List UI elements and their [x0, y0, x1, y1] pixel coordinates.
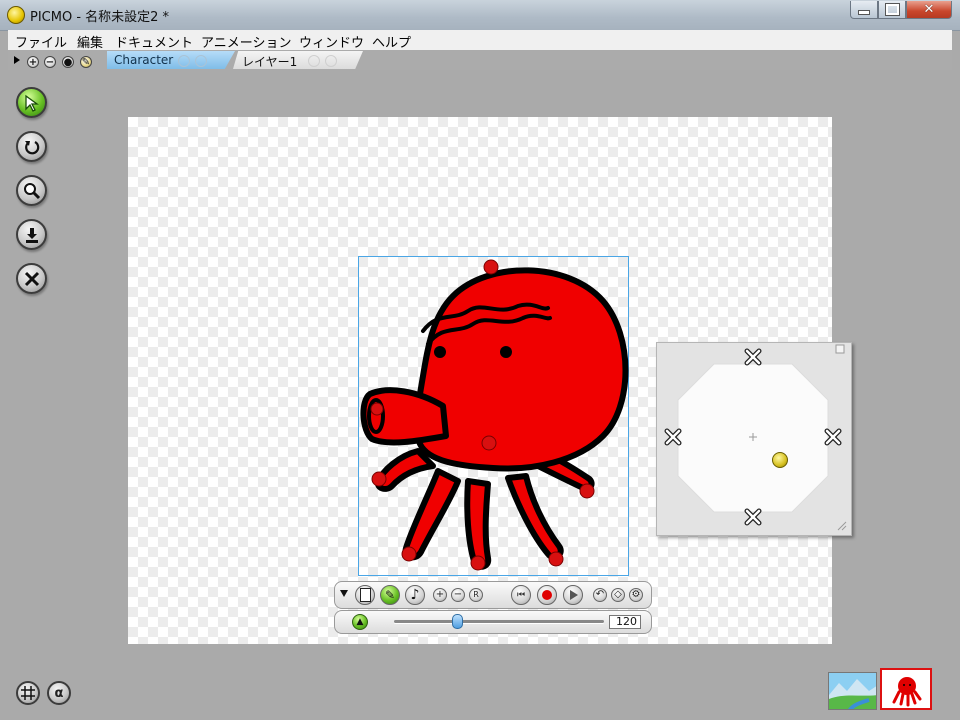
grid-button[interactable] — [16, 681, 40, 705]
select-tool-icon — [24, 94, 39, 112]
menu-animation[interactable]: アニメーション — [201, 32, 291, 51]
joystick-handle-left-icon[interactable] — [662, 426, 684, 448]
rotate-icon — [24, 140, 39, 154]
menu-window[interactable]: ウィンドウ — [299, 32, 364, 51]
pen-icon: ✎ — [384, 588, 396, 602]
record-button[interactable] — [537, 585, 557, 605]
octopus-thumbnail-icon — [892, 677, 922, 707]
tab-layer1-label: レイヤー1 — [242, 55, 298, 69]
scene-thumbnail[interactable] — [828, 672, 877, 710]
playback-menu-arrow-icon[interactable] — [340, 590, 348, 597]
add-layer-button[interactable]: + — [27, 56, 39, 68]
menu-file[interactable]: ファイル — [15, 32, 67, 51]
rewind-button[interactable]: ⏮ — [511, 585, 531, 605]
add-frame-button[interactable]: + — [433, 588, 447, 602]
cut-tool-button[interactable] — [16, 263, 47, 294]
tab-layer1-eye-icon[interactable] — [308, 55, 320, 67]
undo-button[interactable]: ↶ — [593, 588, 607, 602]
close-button[interactable]: ✕ — [906, 1, 952, 19]
remove-frame-button[interactable]: − — [451, 588, 465, 602]
cut-icon — [24, 271, 39, 286]
zoom-icon — [23, 182, 40, 199]
speed-value[interactable]: 120 — [609, 615, 641, 629]
alpha-label: α — [54, 685, 64, 701]
menu-document[interactable]: ドキュメント — [115, 32, 193, 51]
settings-button[interactable]: ⚙ — [629, 588, 643, 602]
zoom-tool-button[interactable] — [16, 175, 47, 206]
script-icon — [359, 588, 371, 602]
character-thumbnail[interactable] — [880, 668, 932, 710]
window-title: PICMO - 名称未設定2 * — [30, 10, 170, 25]
import-icon — [25, 227, 38, 243]
rotate-tool-button[interactable] — [16, 131, 47, 162]
music-button[interactable]: ♪ — [405, 585, 425, 605]
auto-motion-button[interactable]: ✎ — [380, 585, 400, 605]
app-icon — [7, 6, 25, 24]
landscape-thumbnail-icon — [829, 673, 876, 709]
visibility-eye-icon[interactable]: ● — [62, 56, 74, 68]
import-tool-button[interactable] — [16, 219, 47, 250]
remove-layer-button[interactable]: − — [44, 56, 56, 68]
layer-expand-arrow-icon[interactable] — [14, 56, 20, 64]
eraser-button[interactable]: ◇ — [611, 588, 625, 602]
close-icon: ✕ — [923, 2, 935, 17]
joystick-knob[interactable] — [772, 452, 788, 468]
music-note-icon: ♪ — [410, 587, 420, 603]
joystick-handle-bottom-icon[interactable] — [742, 506, 764, 528]
record-icon — [542, 590, 552, 600]
octopus-character[interactable] — [358, 256, 630, 576]
minimize-icon — [858, 10, 870, 15]
joystick-handle-top-icon[interactable] — [742, 346, 764, 368]
tab-character-label: Character — [114, 53, 174, 67]
tab-lock-icon[interactable] — [195, 55, 207, 67]
speed-slider-track[interactable] — [394, 620, 604, 623]
layer-lock-icon[interactable]: ✎ — [80, 56, 92, 68]
tab-layer1-lock-icon[interactable] — [325, 55, 337, 67]
alpha-button[interactable]: α — [47, 681, 71, 705]
rewind-icon: ⏮ — [516, 590, 526, 600]
menu-edit[interactable]: 編集 — [77, 32, 103, 51]
select-tool-button[interactable] — [16, 87, 47, 118]
tab-eye-icon[interactable] — [178, 55, 190, 67]
speed-slider-thumb[interactable] — [451, 614, 463, 629]
script-button[interactable] — [355, 585, 375, 605]
grid-icon — [21, 686, 35, 700]
metronome-icon[interactable]: ▲ — [352, 614, 368, 630]
play-icon — [570, 590, 578, 600]
maximize-button[interactable] — [878, 1, 906, 19]
maximize-icon — [885, 4, 899, 15]
reset-r-button[interactable]: R — [469, 588, 483, 602]
joystick-handle-right-icon[interactable] — [822, 426, 844, 448]
play-button[interactable] — [563, 585, 583, 605]
minimize-button[interactable] — [850, 1, 878, 19]
menu-help[interactable]: ヘルプ — [372, 32, 411, 51]
